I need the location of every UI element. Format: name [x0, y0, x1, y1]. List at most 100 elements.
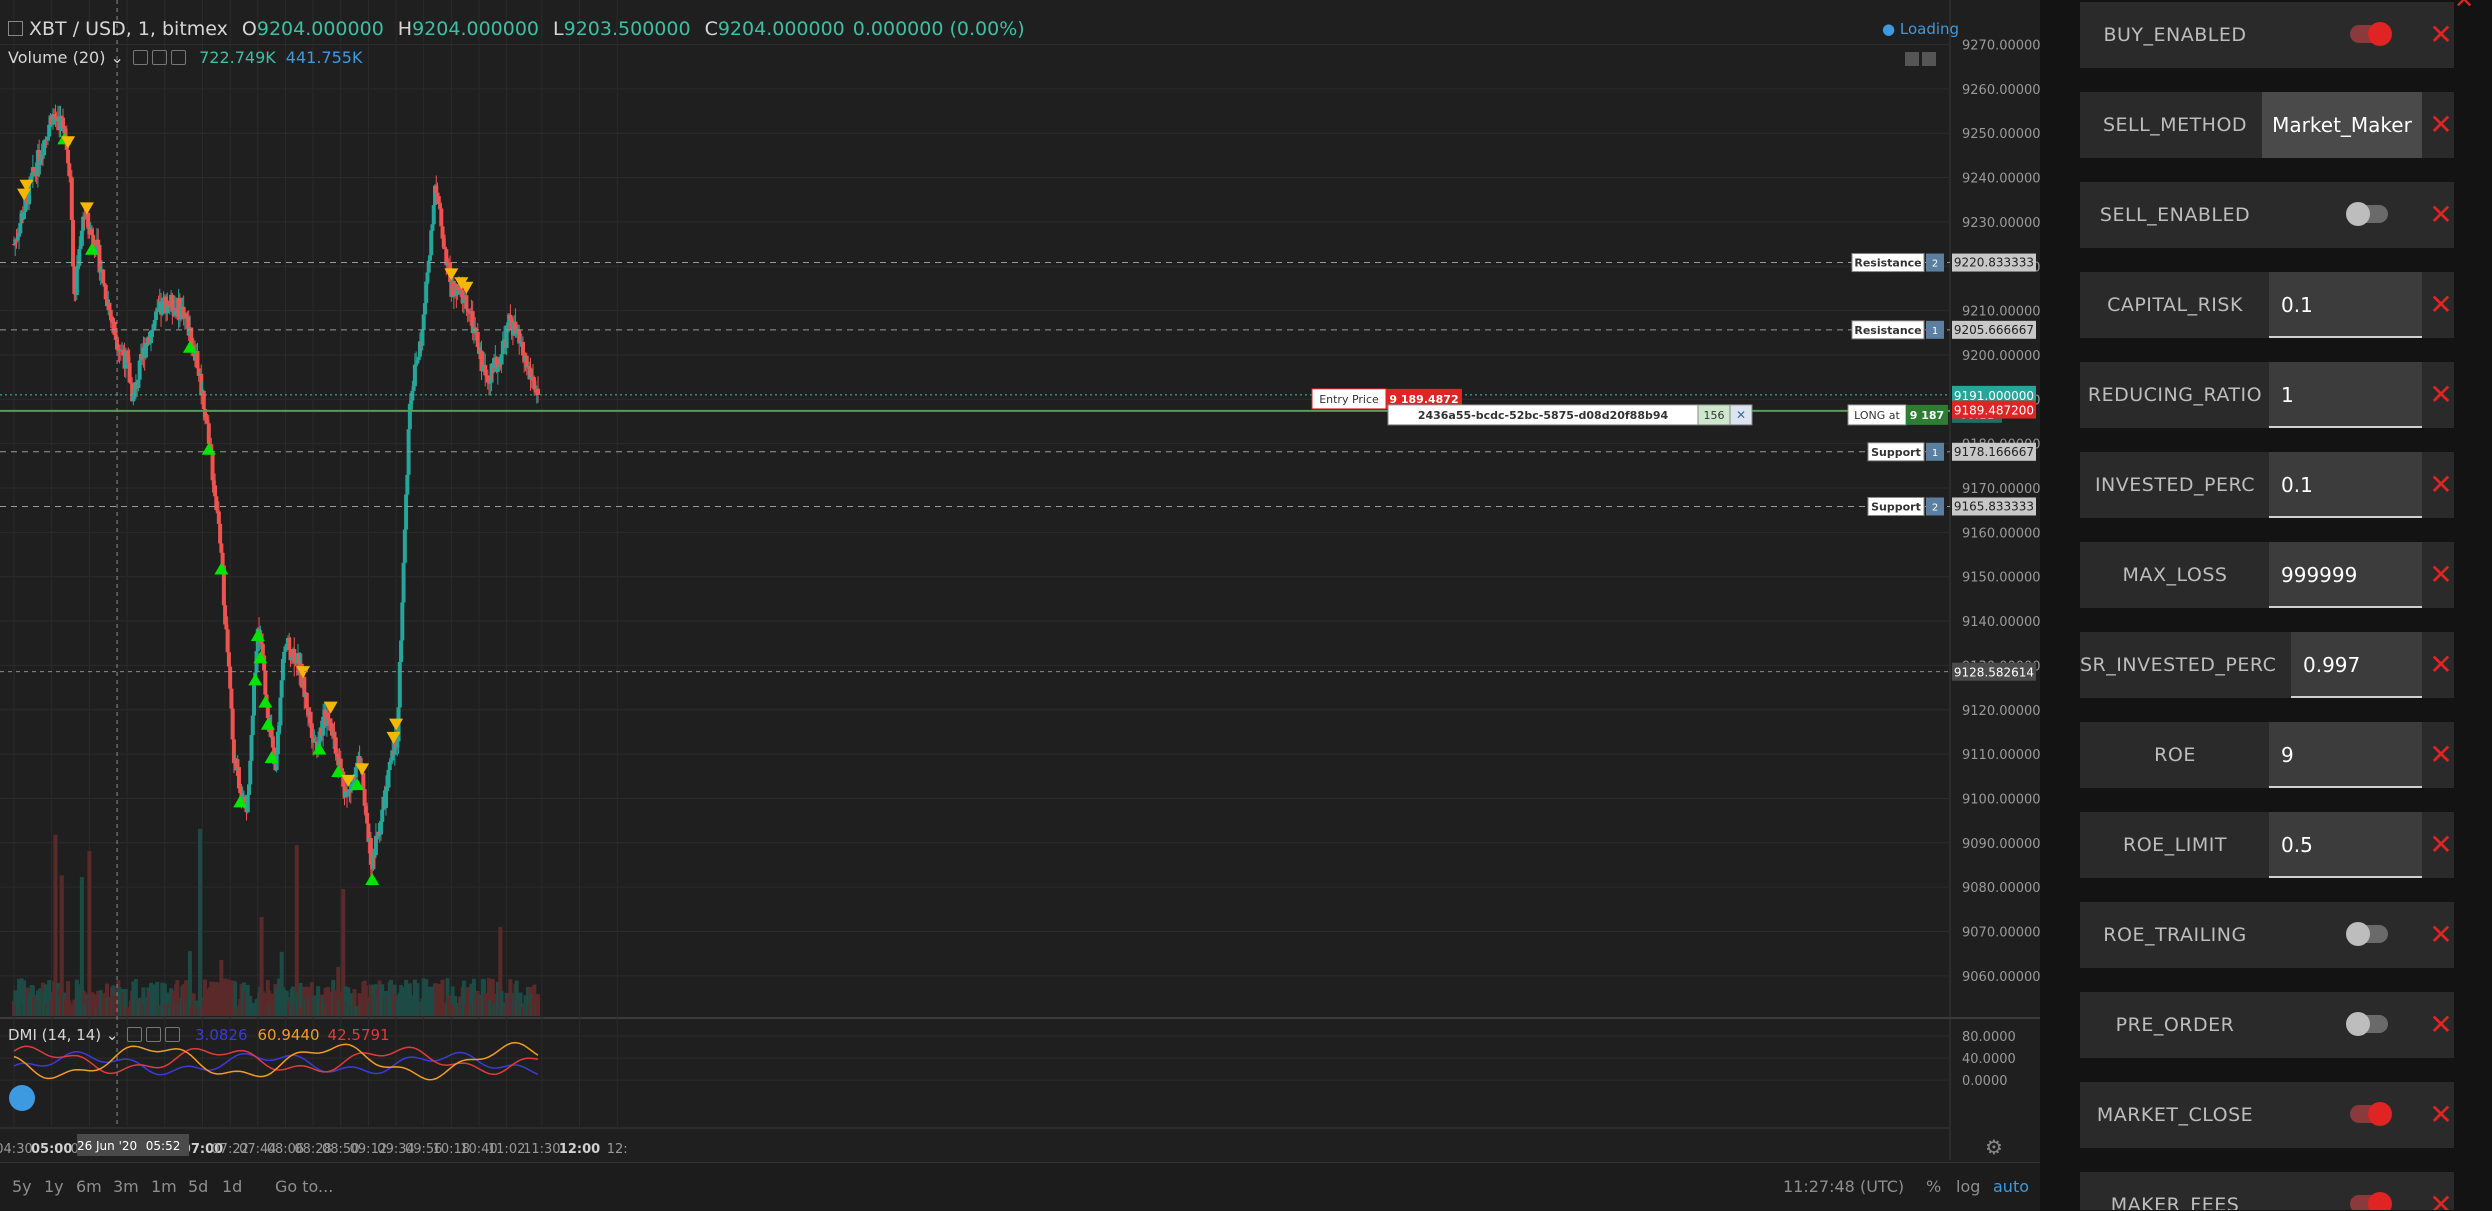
remove-setting-icon[interactable]: ✕ — [2428, 542, 2454, 608]
setting-toggle[interactable] — [2346, 202, 2388, 226]
setting-label: MAKER_FEES — [2110, 1194, 2240, 1210]
price-pane — [0, 0, 1950, 1018]
remove-setting-icon[interactable]: ✕ — [2428, 1172, 2454, 1210]
dmi-label[interactable]: DMI (14, 14) — [8, 1026, 101, 1044]
setting-select[interactable]: Market_Maker — [2262, 92, 2422, 158]
level-price: 9178.166667 — [1954, 445, 2034, 459]
price-tick-label: 9270.000000 — [1962, 39, 2040, 54]
maximize-pane-button[interactable] — [1922, 52, 1936, 66]
remove-setting-icon[interactable]: ✕ — [2428, 722, 2454, 788]
eye-icon[interactable] — [127, 1027, 143, 1042]
remove-setting-icon[interactable]: ✕ — [2428, 1082, 2454, 1148]
dmi-tick-label: 40.0000 — [1962, 1052, 2016, 1067]
cloud-icon[interactable] — [9, 1085, 35, 1111]
setting-input[interactable]: 0.1 — [2269, 452, 2422, 518]
level-label: Resistance — [1854, 257, 1921, 270]
gear-icon[interactable] — [146, 1027, 162, 1042]
loading-text: Loading — [1899, 20, 1960, 38]
range-3m[interactable]: 3m — [113, 1177, 139, 1196]
candle-body — [74, 267, 79, 296]
setting-row-maker-fees: MAKER_FEES ✕ — [2080, 1172, 2454, 1210]
range-1y[interactable]: 1y — [44, 1177, 64, 1196]
gear-icon[interactable] — [152, 50, 168, 65]
price-tick-label: 9070.000000 — [1962, 926, 2040, 941]
dmi-legend: DMI (14, 14) ⌄ 3.0826 60.9440 42.5791 — [8, 1026, 390, 1044]
price-tick-label: 9080.000000 — [1962, 881, 2040, 896]
time-tick-label: 04:30 — [0, 1142, 33, 1157]
close-value: 9204.000000 — [717, 18, 845, 40]
range-6m[interactable]: 6m — [76, 1177, 102, 1196]
symbol-name: XBT / USD, 1, bitmex — [29, 18, 228, 40]
remove-setting-icon[interactable]: ✕ — [2428, 452, 2454, 518]
setting-input[interactable]: 9 — [2269, 722, 2422, 788]
order-id: 2436a55-bcdc-52bc-5875-d08d20f88b94 — [1418, 409, 1669, 422]
percent-scale-button[interactable]: % — [1926, 1177, 1941, 1196]
setting-toggle[interactable] — [2350, 22, 2392, 46]
setting-toggle[interactable] — [2350, 1102, 2392, 1126]
time-tick-label: 11:30 — [523, 1142, 560, 1157]
eye-icon[interactable] — [133, 50, 149, 65]
remove-setting-icon[interactable]: ✕ — [2428, 902, 2454, 968]
log-scale-button[interactable]: log — [1956, 1177, 1980, 1196]
chevron-down-icon[interactable]: ⌄ — [105, 48, 124, 67]
price-tick-label: 9160.000000 — [1962, 526, 2040, 541]
candle-body — [422, 303, 427, 315]
volume-label[interactable]: Volume (20) — [8, 48, 105, 67]
range-toolbar: 5y 1y 6m 3m 1m 5d 1d Go to... 11:27:48 (… — [0, 1162, 2040, 1211]
candle-body — [397, 661, 402, 708]
setting-input[interactable]: 0.5 — [2269, 812, 2422, 878]
setting-label: SELL_ENABLED — [2099, 204, 2251, 226]
chart-settings-icon[interactable]: ⚙ — [1985, 1135, 2003, 1159]
range-1d[interactable]: 1d — [222, 1177, 242, 1196]
candle-body — [304, 692, 309, 709]
level-label: Support — [1871, 446, 1921, 459]
candle-body — [86, 212, 91, 227]
setting-row-max-loss: MAX_LOSS 999999 ✕ — [2080, 542, 2454, 608]
setting-toggle[interactable] — [2346, 1012, 2388, 1036]
close-icon[interactable]: ✕ — [2454, 0, 2474, 14]
price-chart[interactable]: 9270.000000 9260.000000 9250.000000 9240.00… — [0, 0, 2040, 1211]
close-icon[interactable] — [171, 50, 187, 65]
setting-input[interactable]: 1 — [2269, 362, 2422, 428]
remove-setting-icon[interactable]: ✕ — [2428, 92, 2454, 158]
setting-input[interactable]: 0.1 — [2269, 272, 2422, 338]
setting-input[interactable]: 999999 — [2269, 542, 2422, 608]
position-label: LONG at — [1854, 409, 1900, 422]
remove-setting-icon[interactable]: ✕ — [2428, 182, 2454, 248]
remove-setting-icon[interactable]: ✕ — [2428, 272, 2454, 338]
range-5d[interactable]: 5d — [188, 1177, 208, 1196]
setting-row-sr-invested-perc: SR_INVESTED_PERC 0.997 ✕ — [2080, 632, 2454, 698]
close-icon[interactable] — [165, 1027, 181, 1042]
auto-scale-button[interactable]: auto — [1993, 1177, 2029, 1196]
setting-toggle[interactable] — [2346, 922, 2388, 946]
candle-body — [435, 192, 440, 197]
remove-setting-icon[interactable]: ✕ — [2428, 632, 2454, 698]
time-tick-label: 12: — [607, 1142, 628, 1157]
remove-setting-icon[interactable]: ✕ — [2428, 2, 2454, 68]
setting-row-market-close: MARKET_CLOSE ✕ — [2080, 1082, 2454, 1148]
goto-button[interactable]: Go to... — [275, 1177, 333, 1196]
setting-input[interactable]: 0.997 — [2291, 632, 2422, 698]
low-label: L — [553, 18, 564, 40]
candle-body — [219, 543, 224, 553]
candle-body — [536, 388, 541, 395]
range-1m[interactable]: 1m — [151, 1177, 177, 1196]
range-5y[interactable]: 5y — [12, 1177, 32, 1196]
setting-row-reducing-ratio: REDUCING_RATIO 1 ✕ — [2080, 362, 2454, 428]
setting-toggle[interactable] — [2350, 1192, 2392, 1210]
price-tick-label: 9120.000000 — [1962, 704, 2040, 719]
toggle-knob — [2346, 1012, 2370, 1036]
candle-body — [436, 196, 441, 205]
order-cancel-icon: ✕ — [1736, 408, 1746, 422]
entry-value: 9 189.4872 — [1389, 393, 1458, 406]
volume-bar — [197, 828, 202, 1016]
remove-setting-icon[interactable]: ✕ — [2428, 992, 2454, 1058]
collapse-icon[interactable] — [8, 21, 23, 36]
symbol-legend: XBT / USD, 1, bitmex O9204.000000 H9204.00… — [8, 18, 1025, 40]
setting-row-pre-order: PRE_ORDER ✕ — [2080, 992, 2454, 1058]
candle-body — [226, 652, 231, 667]
remove-setting-icon[interactable]: ✕ — [2428, 812, 2454, 878]
collapse-pane-button[interactable] — [1905, 52, 1919, 66]
chevron-down-icon[interactable]: ⌄ — [101, 1026, 119, 1044]
remove-setting-icon[interactable]: ✕ — [2428, 362, 2454, 428]
